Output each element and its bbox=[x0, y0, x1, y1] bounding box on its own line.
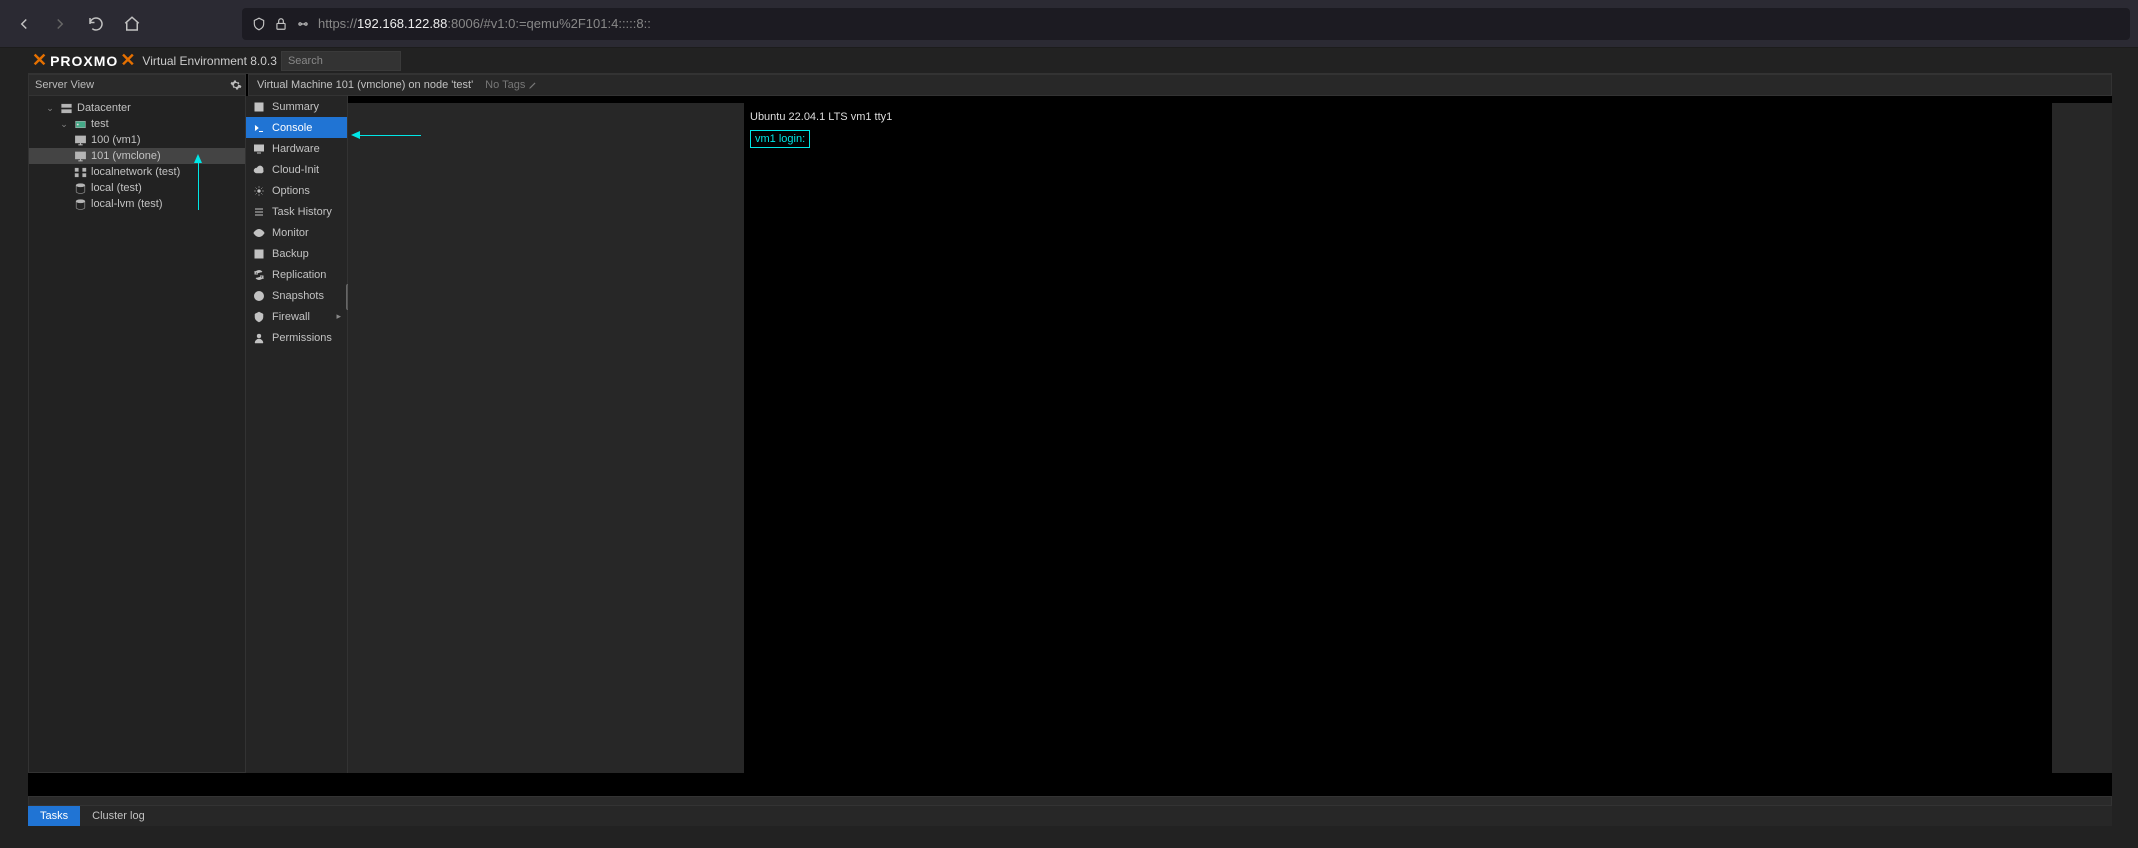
tree-label: local (test) bbox=[91, 182, 142, 194]
tree-storage-local[interactable]: local (test) bbox=[29, 180, 245, 196]
tree-network[interactable]: localnetwork (test) bbox=[29, 164, 245, 180]
disk-icon bbox=[73, 197, 87, 211]
login-prompt: vm1 login: bbox=[750, 130, 810, 149]
tree-label: local-lvm (test) bbox=[91, 198, 163, 210]
tab-console[interactable]: Console bbox=[246, 117, 347, 138]
tree-label: localnetwork (test) bbox=[91, 166, 180, 178]
lock-icon bbox=[274, 17, 288, 31]
sync-icon bbox=[252, 269, 266, 281]
cloud-icon bbox=[252, 164, 266, 176]
console-container: Ubuntu 22.04.1 LTS vm1 tty1 vm1 login: bbox=[348, 103, 2112, 773]
vm-title: Virtual Machine 101 (vmclone) on node 't… bbox=[257, 79, 473, 91]
browser-toolbar: https://192.168.122.88:8006/#v1:0:=qemu%… bbox=[0, 0, 2138, 48]
terminal-icon bbox=[252, 122, 266, 134]
log-resize-bar[interactable] bbox=[28, 796, 2112, 806]
tree-vm-101[interactable]: 101 (vmclone) bbox=[29, 148, 245, 164]
log-tabs: Tasks Cluster log bbox=[28, 806, 2112, 826]
vm-icon bbox=[73, 133, 87, 147]
server-icon bbox=[59, 101, 73, 115]
tab-hardware[interactable]: Hardware bbox=[246, 138, 347, 159]
logo-x-icon: ✕ bbox=[120, 50, 136, 71]
tab-summary[interactable]: Summary bbox=[246, 96, 347, 117]
pve-header: ✕ PROXMO ✕ Virtual Environment 8.0.3 Sea… bbox=[28, 48, 2112, 74]
network-icon bbox=[73, 165, 87, 179]
tab-permissions[interactable]: Permissions bbox=[246, 327, 347, 348]
console-terminal[interactable]: Ubuntu 22.04.1 LTS vm1 tty1 vm1 login: bbox=[744, 103, 2052, 773]
reload-button[interactable] bbox=[80, 8, 112, 40]
eye-icon bbox=[252, 227, 266, 239]
tab-firewall[interactable]: Firewall▸ bbox=[246, 306, 347, 327]
tree-label: 100 (vm1) bbox=[91, 134, 141, 146]
bottom-gutter bbox=[0, 826, 2138, 848]
tab-options[interactable]: Options bbox=[246, 180, 347, 201]
permissions-icon bbox=[296, 17, 310, 31]
annotation-arrow-console bbox=[359, 135, 421, 136]
history-icon bbox=[252, 290, 266, 302]
ve-label: Virtual Environment 8.0.3 bbox=[142, 54, 277, 68]
vm-icon bbox=[73, 149, 87, 163]
home-button[interactable] bbox=[116, 8, 148, 40]
url-bar[interactable]: https://192.168.122.88:8006/#v1:0:=qemu%… bbox=[242, 8, 2130, 40]
search-input[interactable]: Search bbox=[281, 51, 401, 71]
shield-icon bbox=[252, 17, 266, 31]
user-icon bbox=[252, 332, 266, 344]
pencil-icon bbox=[528, 80, 538, 90]
tree-storage-lvm[interactable]: local-lvm (test) bbox=[29, 196, 245, 212]
tab-monitor[interactable]: Monitor bbox=[246, 222, 347, 243]
log-tab-tasks[interactable]: Tasks bbox=[28, 806, 80, 826]
chevron-right-icon: ▸ bbox=[336, 311, 341, 322]
url-text: https://192.168.122.88:8006/#v1:0:=qemu%… bbox=[318, 16, 651, 31]
vm-vertical-tabs: Summary Console Hardware Cloud-Init Opti… bbox=[246, 96, 348, 773]
tab-taskhistory[interactable]: Task History bbox=[246, 201, 347, 222]
gear-button[interactable] bbox=[227, 74, 246, 96]
back-button[interactable] bbox=[8, 8, 40, 40]
no-tags-label: No Tags bbox=[485, 79, 525, 91]
annotation-arrow-vm bbox=[198, 162, 199, 210]
logo-x-icon: ✕ bbox=[32, 50, 48, 71]
content-header: Virtual Machine 101 (vmclone) on node 't… bbox=[248, 74, 2112, 96]
tab-backup[interactable]: Backup bbox=[246, 243, 347, 264]
gear-icon bbox=[252, 185, 266, 197]
tree-label: Datacenter bbox=[77, 102, 131, 114]
tree-node-test[interactable]: ⌄ test bbox=[29, 116, 245, 132]
disk-icon bbox=[73, 181, 87, 195]
collapse-icon: ⌄ bbox=[59, 119, 69, 130]
book-icon bbox=[252, 101, 266, 113]
log-tab-cluster[interactable]: Cluster log bbox=[80, 806, 157, 826]
shield-icon bbox=[252, 311, 266, 323]
tree-label: 101 (vmclone) bbox=[91, 150, 161, 162]
node-icon bbox=[73, 117, 87, 131]
tab-replication[interactable]: Replication bbox=[246, 264, 347, 285]
tab-snapshots[interactable]: Snapshots bbox=[246, 285, 347, 306]
tab-cloudinit[interactable]: Cloud-Init bbox=[246, 159, 347, 180]
gear-icon bbox=[230, 79, 242, 91]
forward-button[interactable] bbox=[44, 8, 76, 40]
list-icon bbox=[252, 206, 266, 218]
logo: ✕ PROXMO ✕ bbox=[32, 50, 136, 71]
left-gutter bbox=[0, 48, 28, 848]
right-gutter bbox=[2112, 48, 2138, 848]
tags-editor[interactable]: No Tags bbox=[485, 79, 538, 91]
monitor-icon bbox=[252, 143, 266, 155]
console-line: Ubuntu 22.04.1 LTS vm1 tty1 bbox=[750, 109, 2046, 126]
tree-datacenter[interactable]: ⌄ Datacenter bbox=[29, 100, 245, 116]
collapse-icon: ⌄ bbox=[45, 103, 55, 114]
server-view-label: Server View bbox=[35, 79, 94, 91]
server-view-select[interactable]: Server View ▾ bbox=[28, 74, 246, 96]
resource-tree: ⌄ Datacenter ⌄ test 100 (vm1) 101 (vmclo… bbox=[28, 96, 246, 773]
tree-vm-100[interactable]: 100 (vm1) bbox=[29, 132, 245, 148]
tree-label: test bbox=[91, 118, 109, 130]
save-icon bbox=[252, 248, 266, 260]
